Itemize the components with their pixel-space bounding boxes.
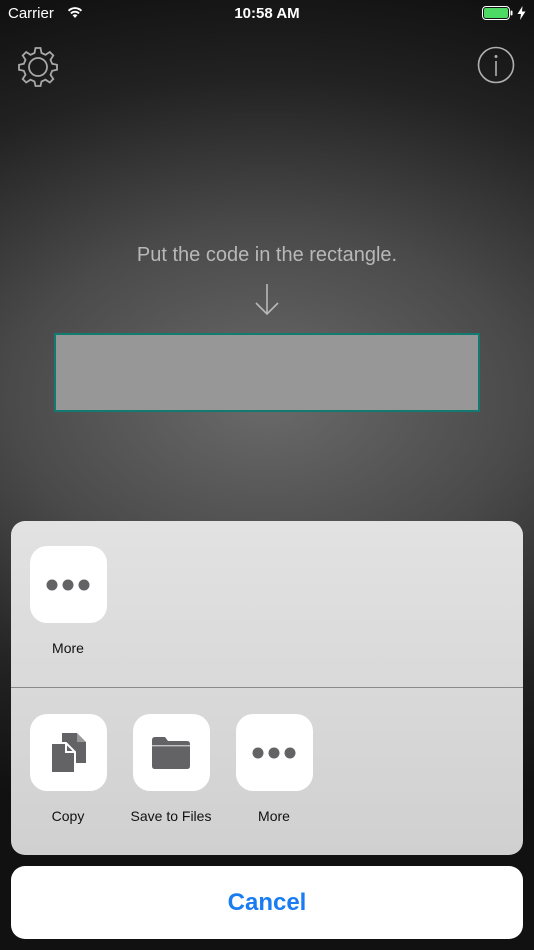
- cancel-button[interactable]: Cancel: [11, 866, 523, 939]
- share-action-copy[interactable]: Copy: [18, 714, 118, 824]
- charging-bolt-icon: [517, 6, 526, 25]
- share-action-more-top[interactable]: More: [18, 546, 118, 656]
- ellipsis-icon: [29, 546, 107, 623]
- share-sheet: More Copy Save to Files More: [11, 521, 523, 855]
- ellipsis-icon: [235, 714, 313, 791]
- status-bar: Carrier 10:58 AM: [0, 0, 534, 28]
- share-action-label: Copy: [51, 808, 85, 824]
- share-action-save-to-files[interactable]: Save to Files: [121, 714, 221, 824]
- scan-frame: [54, 333, 480, 412]
- clock: 10:58 AM: [234, 5, 300, 22]
- folder-icon: [132, 714, 210, 791]
- share-action-more[interactable]: More: [224, 714, 324, 824]
- info-icon[interactable]: [477, 46, 515, 84]
- share-action-label: More: [258, 808, 290, 824]
- sheet-divider: [11, 687, 523, 688]
- arrow-down-icon: [254, 283, 280, 317]
- battery-icon: [482, 6, 514, 26]
- settings-gear-icon[interactable]: [16, 44, 60, 88]
- scan-instruction: Put the code in the rectangle.: [136, 244, 398, 266]
- share-action-label: More: [52, 640, 84, 656]
- share-action-label: Save to Files: [130, 808, 212, 824]
- copy-icon: [29, 714, 107, 791]
